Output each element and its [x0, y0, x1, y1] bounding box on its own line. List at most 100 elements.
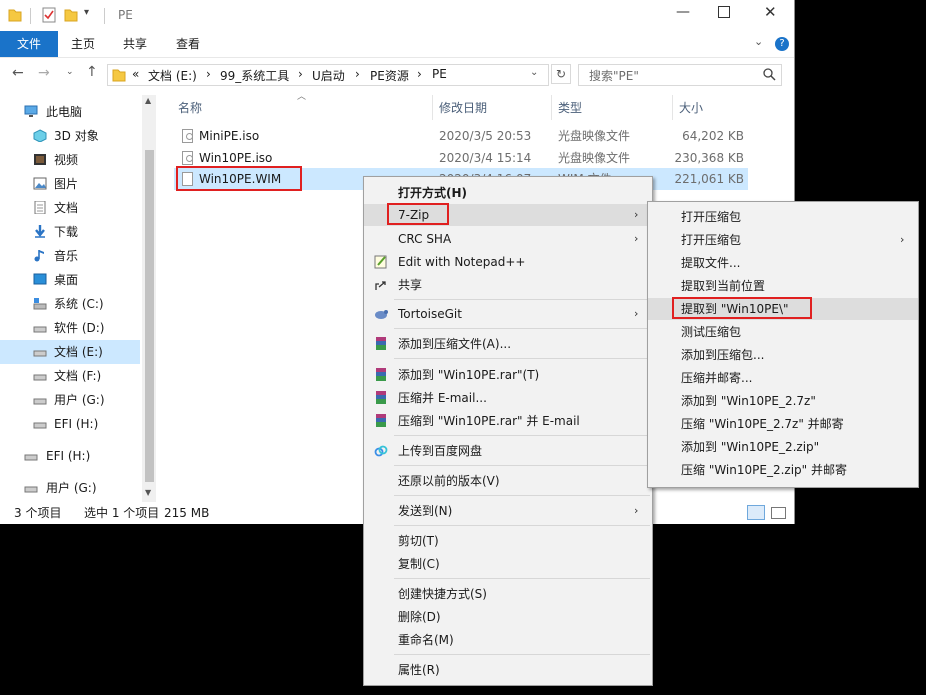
menu-compress-rar-email[interactable]: 压缩到 "Win10PE.rar" 并 E-mail	[364, 410, 652, 432]
refresh-button[interactable]: ↻	[551, 64, 571, 84]
tab-view[interactable]: 查看	[167, 31, 209, 57]
menu-restore-versions[interactable]: 还原以前的版本(V)	[364, 470, 652, 492]
column-date[interactable]: 修改日期	[439, 99, 487, 116]
drive-icon	[33, 326, 47, 333]
menu-crc-sha[interactable]: CRC SHA ›	[364, 228, 652, 250]
help-icon[interactable]: ?	[775, 37, 789, 51]
pictures-icon	[33, 177, 47, 190]
menu-properties[interactable]: 属性(R)	[364, 659, 652, 681]
nav-scroll-thumb[interactable]	[145, 150, 154, 482]
nav-this-pc[interactable]: 此电脑	[0, 100, 140, 124]
nav-drive-h[interactable]: EFI (H:)	[0, 412, 140, 436]
nav-desktop[interactable]: 桌面	[0, 268, 140, 292]
tab-file[interactable]: 文件	[0, 31, 58, 57]
close-button[interactable]: ✕	[764, 3, 777, 21]
submenu-add-7z[interactable]: 添加到 "Win10PE_2.7z"	[648, 390, 918, 412]
breadcrumb-drive-e[interactable]: 文档 (E:)	[148, 67, 197, 84]
menu-add-to-archive[interactable]: 添加到压缩文件(A)...	[364, 333, 652, 355]
nav-drive-d[interactable]: 软件 (D:)	[0, 316, 140, 340]
nav-drive-c[interactable]: 系统 (C:)	[0, 292, 140, 316]
column-name[interactable]: 名称	[178, 99, 202, 116]
tab-home[interactable]: 主页	[62, 31, 104, 57]
search-input[interactable]: 搜索"PE"	[578, 64, 782, 86]
menu-tortoisegit[interactable]: TortoiseGit ›	[364, 303, 652, 325]
address-dropdown-icon[interactable]: ⌄	[530, 67, 538, 78]
breadcrumb-separator[interactable]: ›	[417, 67, 422, 81]
nav-videos[interactable]: 视频	[0, 148, 140, 172]
scroll-up-icon[interactable]: ▲	[145, 96, 151, 105]
drive-icon	[33, 298, 47, 310]
back-button[interactable]: ←	[12, 65, 24, 81]
breadcrumb-separator[interactable]: ›	[355, 67, 360, 81]
nav-user-g[interactable]: 用户 (G:)	[0, 476, 140, 500]
highlight-box	[672, 297, 812, 319]
menu-upload-baidu[interactable]: 上传到百度网盘	[364, 440, 652, 462]
submenu-add-zip[interactable]: 添加到 "Win10PE_2.zip"	[648, 436, 918, 458]
context-menu: 打开方式(H) 7-Zip › CRC SHA › Edit with Notepa…	[363, 176, 653, 686]
minimize-button[interactable]: —	[676, 4, 690, 20]
menu-send-to[interactable]: 发送到(N) ›	[364, 500, 652, 522]
breadcrumb-separator[interactable]: ›	[206, 67, 211, 81]
breadcrumb-pe-resources[interactable]: PE资源	[370, 67, 409, 84]
submenu-extract-here[interactable]: 提取到当前位置	[648, 275, 918, 297]
new-folder-icon[interactable]	[64, 7, 78, 23]
nav-documents[interactable]: 文档	[0, 196, 140, 220]
submenu-open-archive-more[interactable]: 打开压缩包 ›	[648, 229, 918, 251]
ribbon-tabs: 文件 主页 共享 查看 ⌄ ?	[0, 31, 794, 58]
breadcrumb-overflow[interactable]: «	[132, 67, 139, 81]
menu-delete[interactable]: 删除(D)	[364, 606, 652, 628]
nav-efi-h[interactable]: EFI (H:)	[0, 444, 140, 468]
notepad-plus-icon	[374, 255, 387, 269]
forward-button[interactable]: →	[38, 65, 50, 81]
nav-3d-objects[interactable]: 3D 对象	[0, 124, 140, 148]
nav-drive-g[interactable]: 用户 (G:)	[0, 388, 140, 412]
submenu-compress-7z-email[interactable]: 压缩 "Win10PE_2.7z" 并邮寄	[648, 413, 918, 435]
large-icons-view-icon[interactable]	[771, 507, 786, 519]
highlight-box	[176, 166, 302, 191]
nav-music[interactable]: 音乐	[0, 244, 140, 268]
menu-add-to-rar[interactable]: 添加到 "Win10PE.rar"(T)	[364, 364, 652, 386]
nav-drive-e[interactable]: 文档 (E:)	[0, 340, 140, 364]
properties-icon[interactable]	[42, 7, 56, 23]
menu-copy[interactable]: 复制(C)	[364, 553, 652, 575]
winrar-icon	[376, 337, 386, 350]
tab-share[interactable]: 共享	[114, 31, 156, 57]
breadcrumb-separator[interactable]: ›	[298, 67, 303, 81]
submenu-test-archive[interactable]: 测试压缩包	[648, 321, 918, 343]
table-row[interactable]: MiniPE.iso 2020/3/5 20:53 光盘映像文件 64,202 …	[174, 125, 748, 147]
submenu-open-archive[interactable]: 打开压缩包	[648, 206, 918, 228]
menu-cut[interactable]: 剪切(T)	[364, 530, 652, 552]
up-button[interactable]: ↑	[86, 64, 98, 80]
disc-image-icon	[182, 129, 193, 143]
details-view-icon[interactable]	[747, 505, 765, 520]
recent-dropdown-icon[interactable]: ⌄	[66, 67, 74, 77]
menu-rename[interactable]: 重命名(M)	[364, 629, 652, 651]
submenu-extract-files[interactable]: 提取文件...	[648, 252, 918, 274]
submenu-add-to-archive[interactable]: 添加到压缩包...	[648, 344, 918, 366]
breadcrumb-pe[interactable]: PE	[432, 67, 447, 81]
menu-share[interactable]: 共享	[364, 274, 652, 296]
nav-pictures[interactable]: 图片	[0, 172, 140, 196]
tortoisegit-icon	[375, 310, 388, 319]
menu-edit-notepad[interactable]: Edit with Notepad++	[364, 251, 652, 273]
search-icon[interactable]	[763, 68, 776, 81]
ribbon-expand-icon[interactable]: ⌄	[754, 35, 763, 48]
nav-drive-f[interactable]: 文档 (F:)	[0, 364, 140, 388]
menu-open-with[interactable]: 打开方式(H)	[364, 182, 652, 204]
drive-icon	[33, 422, 47, 429]
documents-icon	[34, 201, 46, 214]
maximize-button[interactable]	[718, 6, 730, 18]
submenu-compress-email[interactable]: 压缩并邮寄...	[648, 367, 918, 389]
column-size[interactable]: 大小	[679, 99, 703, 116]
nav-downloads[interactable]: 下载	[0, 220, 140, 244]
address-bar[interactable]: « 文档 (E:) › 99_系统工具 › U启动 › PE资源 › PE ⌄	[107, 64, 549, 86]
quick-access-dropdown-icon[interactable]: ▾	[84, 7, 89, 18]
breadcrumb-tools[interactable]: 99_系统工具	[220, 67, 289, 84]
menu-create-shortcut[interactable]: 创建快捷方式(S)	[364, 583, 652, 605]
highlight-box	[387, 203, 449, 225]
column-type[interactable]: 类型	[558, 99, 582, 116]
menu-compress-email[interactable]: 压缩并 E-mail...	[364, 387, 652, 409]
scroll-down-icon[interactable]: ▼	[145, 488, 151, 497]
submenu-compress-zip-email[interactable]: 压缩 "Win10PE_2.zip" 并邮寄	[648, 459, 918, 481]
breadcrumb-uqidong[interactable]: U启动	[312, 67, 345, 84]
